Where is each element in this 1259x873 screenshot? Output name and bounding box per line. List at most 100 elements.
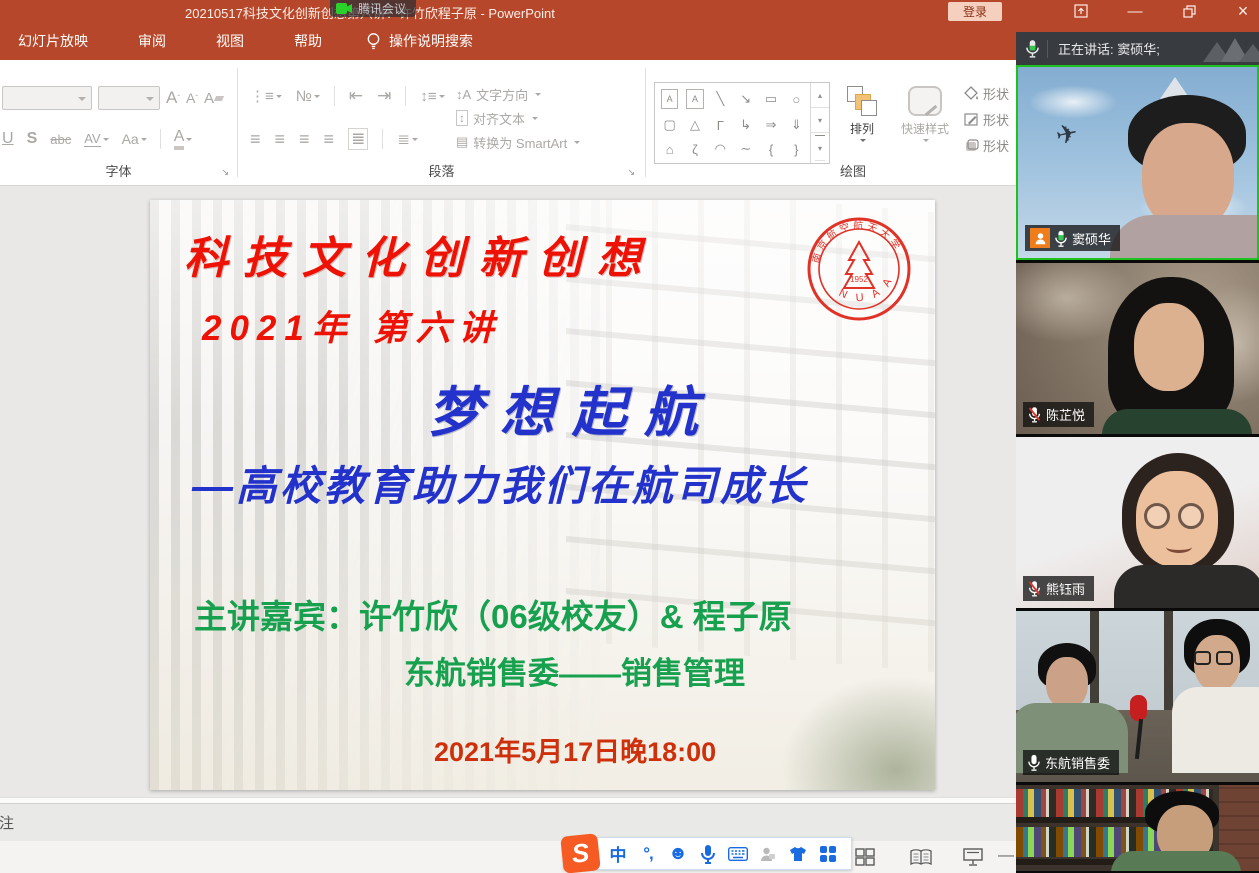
meeting-overlay-label: 腾讯会议 (358, 0, 406, 17)
decrease-indent-icon[interactable]: ⇤ (349, 86, 363, 106)
seal-year: 1952 (850, 275, 868, 284)
font-dialog-launcher-icon[interactable]: ↘ (221, 167, 229, 178)
triangle-shape-icon[interactable]: △ (682, 113, 707, 137)
oval-shape-icon[interactable]: ○ (784, 85, 809, 113)
ribbon-display-options-icon[interactable] (1073, 3, 1089, 19)
video-tile-bottom-partial[interactable] (1016, 785, 1259, 871)
status-bar: — (0, 841, 1016, 873)
vertical-text-box-icon[interactable]: A (686, 89, 703, 109)
tab-tell-me[interactable]: 操作说明搜索 (340, 22, 491, 60)
participant-nameplate: 熊钰雨 (1023, 576, 1094, 601)
close-button[interactable]: × (1235, 3, 1251, 19)
pencil-icon (964, 112, 979, 127)
shape-fill-button[interactable]: 形状 (964, 80, 1009, 106)
video-tile-donghang-xiaoshouwei[interactable]: 东航销售委 (1016, 611, 1259, 782)
text-direction-button[interactable]: ↕A 文字方向 (456, 82, 580, 106)
align-left-icon[interactable]: ≡ (250, 129, 261, 150)
tab-view[interactable]: 视图 (198, 22, 262, 60)
voice-input-icon[interactable] (693, 841, 723, 867)
slideshow-view-button[interactable] (960, 848, 986, 866)
bullets-icon[interactable]: ⋮≡ (250, 87, 282, 105)
right-brace-shape-icon[interactable]: } (784, 137, 809, 161)
align-right-icon[interactable]: ≡ (299, 129, 310, 150)
add-remove-columns-icon[interactable]: ≣ (397, 130, 418, 148)
login-button[interactable]: 登录 (948, 2, 1002, 21)
nuaa-seal-logo: 南京航空航天大学 1952 N U A A (806, 216, 912, 322)
clear-formatting-icon[interactable]: A (204, 90, 223, 107)
slide-session-line: 2021年 第六讲 (202, 300, 502, 351)
scribble-shape-icon[interactable]: ζ (682, 137, 707, 161)
freeform-shape-icon[interactable]: ⌂ (657, 137, 682, 161)
paragraph-dialog-launcher-icon[interactable]: ↘ (627, 167, 635, 178)
increase-indent-icon[interactable]: ⇥ (377, 86, 391, 106)
shapes-more-icon[interactable]: ▾ (815, 135, 825, 161)
video-tile-dou-shuohua[interactable]: ✈ 窦硕华 (1016, 65, 1259, 260)
arrow-shape-icon[interactable]: ↘ (733, 85, 758, 113)
reading-view-button[interactable] (908, 848, 934, 866)
smartart-button[interactable]: ▤ 转换为 SmartArt (456, 130, 580, 154)
video-tile-chen-zhiyue[interactable]: 陈芷悦 (1016, 263, 1259, 434)
font-name-select[interactable] (2, 86, 92, 110)
arc-shape-icon[interactable]: ◠ (708, 137, 733, 161)
change-case-icon[interactable]: Aa (122, 131, 147, 147)
group-label-paragraph: 段落 (238, 161, 645, 180)
soft-keyboard-icon[interactable] (723, 841, 753, 867)
video-tile-xiong-yuyu[interactable]: 熊钰雨 (1016, 437, 1259, 608)
shapes-gallery: A A ╲ ↘ ▭ ○ ▢ △ Γ ↳ ⇒ ⇓ ⌂ ζ ◠ ∼ { (654, 82, 830, 164)
tab-review[interactable]: 审阅 (120, 22, 184, 60)
lightbulb-icon (366, 32, 381, 50)
rounded-rectangle-shape-icon[interactable]: ▢ (657, 113, 682, 137)
underline-icon[interactable]: U (2, 130, 14, 148)
elbow-arrow-connector-icon[interactable]: ↳ (733, 113, 758, 137)
shrink-font-icon[interactable]: Aˇ (186, 90, 198, 106)
punctuation-icon[interactable]: °, (633, 841, 663, 867)
grow-font-icon[interactable]: Aˆ (166, 88, 180, 108)
align-text-button[interactable]: ↕ 对齐文本 (456, 106, 580, 130)
emoji-icon[interactable]: ☻ (663, 841, 693, 867)
font-color-icon[interactable]: A (174, 128, 193, 150)
character-spacing-icon[interactable]: AV (84, 131, 108, 147)
ribbon-group-drawing: A A ╲ ↘ ▭ ○ ▢ △ Γ ↳ ⇒ ⇓ ⌂ ζ ◠ ∼ { (646, 60, 1016, 185)
shape-outline-button[interactable]: 形状 (964, 106, 1009, 132)
zoom-out-button[interactable]: — (998, 847, 1014, 865)
line-shape-icon[interactable]: ╲ (708, 85, 733, 113)
tab-help[interactable]: 帮助 (276, 22, 340, 60)
restore-button[interactable] (1181, 3, 1197, 19)
shapes-scroll-down-icon[interactable]: ▾ (811, 108, 829, 133)
left-brace-shape-icon[interactable]: { (758, 137, 783, 161)
seal-top-text: 南京航空航天大学 (809, 219, 904, 265)
arrange-button[interactable]: 排列 (838, 86, 886, 143)
text-box-icon[interactable]: A (661, 89, 678, 109)
strikethrough-icon[interactable]: abc (50, 132, 71, 147)
justify-icon[interactable]: ≡ (324, 129, 335, 150)
quick-styles-button[interactable]: 快速样式 (894, 86, 956, 143)
table-microphone (1130, 695, 1147, 721)
font-size-select[interactable] (98, 86, 160, 110)
skin-tshirt-icon[interactable] (783, 841, 813, 867)
participant-nameplate: 东航销售委 (1023, 750, 1119, 775)
shape-effects-button[interactable]: 形状 (964, 132, 1009, 158)
curve-shape-icon[interactable]: ∼ (733, 137, 758, 161)
right-arrow-shape-icon[interactable]: ⇒ (758, 113, 783, 137)
tab-slideshow[interactable]: 幻灯片放映 (0, 22, 106, 60)
rectangle-shape-icon[interactable]: ▭ (758, 85, 783, 113)
text-shadow-icon[interactable]: S (27, 130, 38, 148)
numbering-icon[interactable]: № (296, 88, 320, 105)
line-spacing-icon[interactable]: ↕≡ (420, 88, 444, 105)
align-center-icon[interactable]: ≡ (275, 129, 286, 150)
chinese-mode-icon[interactable]: 中 (603, 841, 633, 867)
columns-icon[interactable]: ≣ (348, 128, 368, 150)
slide-sorter-view-button[interactable] (852, 848, 878, 866)
notes-bar[interactable]: 备注 (0, 803, 1016, 841)
participant-nameplate: 陈芷悦 (1023, 402, 1094, 427)
minimize-button[interactable]: — (1127, 3, 1143, 19)
slide[interactable]: 南京航空航天大学 1952 N U A A 科技文化创新创想 2021年 第六讲… (150, 200, 935, 790)
slide-guest-line: 主讲嘉宾：许竹欣（06级校友）& 程子原 (194, 590, 792, 638)
elbow-connector-icon[interactable]: Γ (708, 113, 733, 137)
tencent-meeting-floatbar[interactable]: 腾讯会议 (330, 0, 416, 17)
account-icon[interactable] (753, 841, 783, 867)
toolbox-grid-icon[interactable] (813, 841, 843, 867)
down-arrow-shape-icon[interactable]: ⇓ (784, 113, 809, 137)
shapes-scroll-up-icon[interactable]: ▴ (811, 83, 829, 108)
sogou-logo-icon[interactable]: S (560, 833, 601, 873)
